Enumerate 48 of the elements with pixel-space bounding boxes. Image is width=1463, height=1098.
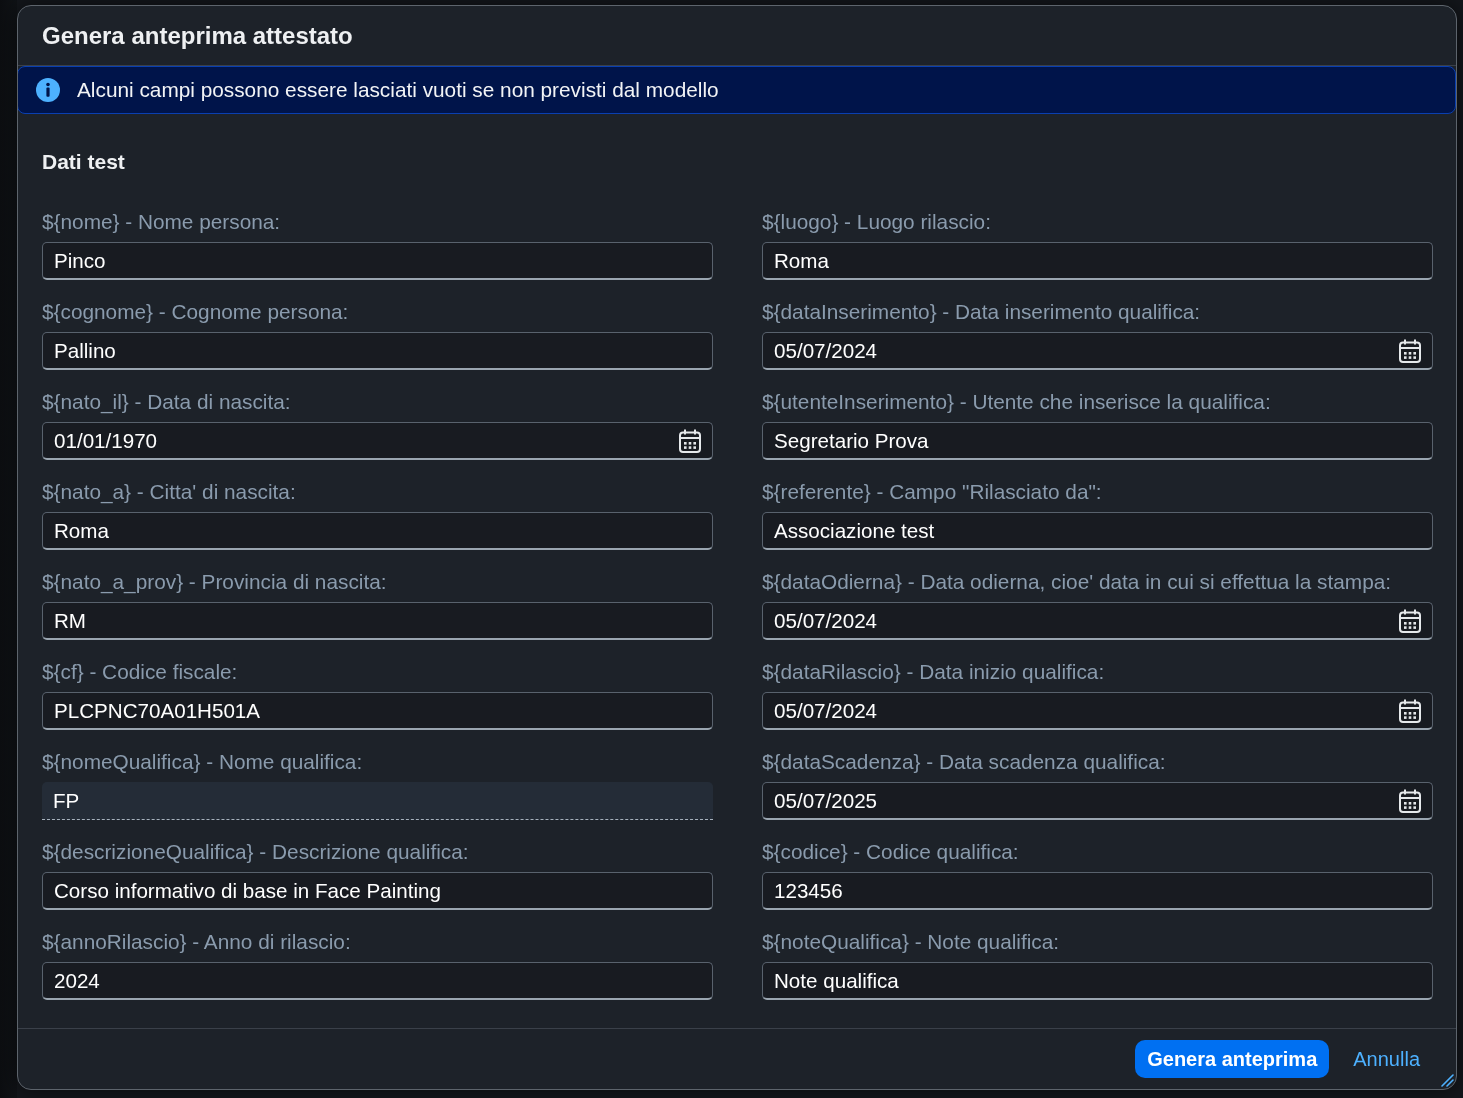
input-field[interactable]: RM xyxy=(42,602,713,640)
field-label: ${dataScadenza} - Data scadenza qualifica: xyxy=(762,752,1167,772)
field-label: ${nomeQualifica} - Nome qualifica: xyxy=(42,752,364,772)
date-field[interactable]: 05/07/2024 xyxy=(762,692,1433,730)
calendar-icon[interactable] xyxy=(1399,699,1421,723)
input-field[interactable]: 2024 xyxy=(42,962,713,1000)
field-label: ${nato_il} - Data di nascita: xyxy=(42,392,292,412)
field-label: ${nome} - Nome persona: xyxy=(42,212,282,232)
resize-handle-icon[interactable] xyxy=(1440,1073,1454,1087)
field-label: ${noteQualifica} - Note qualifica: xyxy=(762,932,1061,952)
readonly-field[interactable]: FP xyxy=(42,782,713,820)
input-field[interactable]: Note qualifica xyxy=(762,962,1433,1000)
field-label: ${descrizioneQualifica} - Descrizione qualifica: xyxy=(42,842,470,862)
field-label: ${dataOdierna} - Data odierna, cioe' data in cui si effettua la stampa: xyxy=(762,572,1393,592)
input-field[interactable]: Roma xyxy=(762,242,1433,280)
date-field[interactable]: 05/07/2024 xyxy=(762,602,1433,640)
field-label: ${cognome} - Cognome persona: xyxy=(42,302,350,322)
calendar-icon[interactable] xyxy=(679,429,701,453)
field-label: ${nato_a} - Citta' di nascita: xyxy=(42,482,297,502)
input-field[interactable]: Pinco xyxy=(42,242,713,280)
input-field[interactable]: 123456 xyxy=(762,872,1433,910)
field-label: ${codice} - Codice qualifica: xyxy=(762,842,1020,862)
info-message-text: Alcuni campi possono essere lasciati vuoti se non previsti dal modello xyxy=(77,78,719,102)
input-field[interactable]: Segretario Prova xyxy=(762,422,1433,460)
field-label: ${dataRilascio} - Data inizio qualifica: xyxy=(762,662,1106,682)
input-field[interactable]: Roma xyxy=(42,512,713,550)
info-icon xyxy=(36,78,60,102)
input-field[interactable]: Corso informativo di base in Face Painting xyxy=(42,872,713,910)
field-label: ${luogo} - Luogo rilascio: xyxy=(762,212,992,232)
date-field[interactable]: 05/07/2024 xyxy=(762,332,1433,370)
calendar-icon[interactable] xyxy=(1399,609,1421,633)
field-label: ${dataInserimento} - Data inserimento qualifica: xyxy=(762,302,1202,322)
date-field[interactable]: 01/01/1970 xyxy=(42,422,713,460)
calendar-icon[interactable] xyxy=(1399,339,1421,363)
section-title: Dati test xyxy=(42,150,126,174)
field-label: ${nato_a_prov} - Provincia di nascita: xyxy=(42,572,388,592)
field-label: ${referente} - Campo "Rilasciato da": xyxy=(762,482,1103,502)
input-field[interactable]: Pallino xyxy=(42,332,713,370)
input-field[interactable]: Associazione test xyxy=(762,512,1433,550)
input-field[interactable]: PLCPNC70A01H501A xyxy=(42,692,713,730)
field-label: ${utenteInserimento} - Utente che inserisce la qualifica: xyxy=(762,392,1272,412)
field-label: ${cf} - Codice fiscale: xyxy=(42,662,239,682)
field-label: ${annoRilascio} - Anno di rilascio: xyxy=(42,932,352,952)
primary-button[interactable]: Genera anteprima xyxy=(1135,1040,1330,1078)
calendar-icon[interactable] xyxy=(1399,789,1421,813)
date-field[interactable]: 05/07/2025 xyxy=(762,782,1433,820)
dialog-title: Genera anteprima attestato xyxy=(42,21,353,50)
cancel-button[interactable]: Annulla xyxy=(1341,1040,1432,1078)
